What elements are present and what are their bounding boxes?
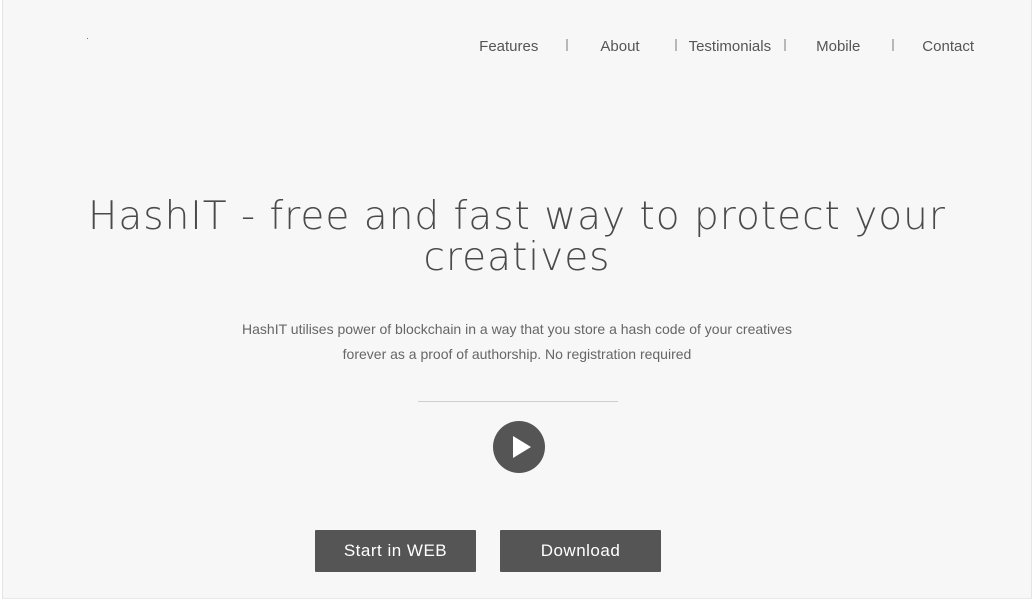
hero-subtitle-line-1: HashIT utilises power of blockchain in a… <box>242 321 792 337</box>
landing-page: Features About Testimonials Mobile Conta… <box>2 0 1032 599</box>
nav-divider <box>674 39 677 51</box>
nav-divider <box>566 39 569 51</box>
nav-link-about[interactable]: About <box>600 37 639 57</box>
hero-subtitle-line-2: forever as a proof of authorship. No reg… <box>342 346 692 362</box>
hero-title-line-1: HashIT - free and fast way to protect yo… <box>88 194 946 239</box>
nav-divider <box>892 39 895 51</box>
main-nav: Features About Testimonials Mobile Conta… <box>479 37 974 57</box>
hero-title: HashIT - free and fast way to protect yo… <box>3 196 1031 278</box>
start-in-web-button[interactable]: Start in WEB <box>315 530 476 572</box>
nav-link-features[interactable]: Features <box>479 37 538 57</box>
nav-link-contact[interactable]: Contact <box>922 37 974 57</box>
nav-divider <box>784 39 787 51</box>
play-video-button[interactable] <box>493 421 545 473</box>
hero-subtitle: HashIT utilises power of blockchain in a… <box>3 317 1031 367</box>
play-icon <box>513 436 531 458</box>
nav-link-testimonials[interactable]: Testimonials <box>689 37 772 57</box>
logo[interactable] <box>87 38 88 39</box>
hero-divider <box>418 401 618 402</box>
nav-link-mobile[interactable]: Mobile <box>816 37 860 57</box>
download-button[interactable]: Download <box>500 530 661 572</box>
hero-title-line-2: creatives <box>423 235 611 280</box>
